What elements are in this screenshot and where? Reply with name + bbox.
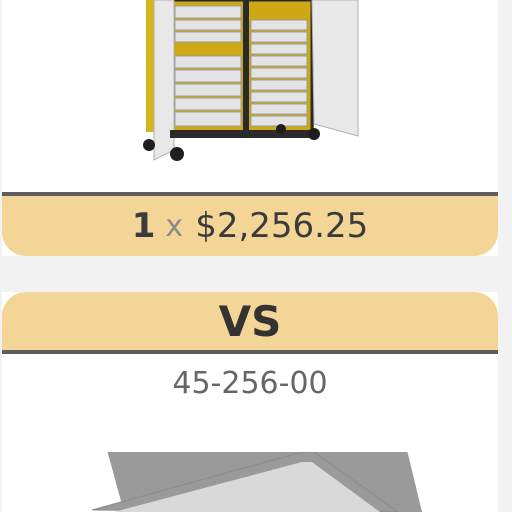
product-card-second: VS 45-256-00 [2,292,498,512]
vs-label: VS [218,296,282,346]
quantity-value: 1 [131,206,156,246]
times-sign: x [165,208,184,244]
divider-rule [2,350,498,354]
product-card-first: 1 x $2,256.25 [2,0,498,256]
price-bar: 1 x $2,256.25 [2,196,498,256]
cabinet-image[interactable] [2,0,498,192]
price-value: $2,256.25 [195,206,369,246]
product-sku: 45-256-00 [172,366,328,401]
vs-header: VS [2,292,498,350]
tray-image[interactable] [2,452,498,512]
